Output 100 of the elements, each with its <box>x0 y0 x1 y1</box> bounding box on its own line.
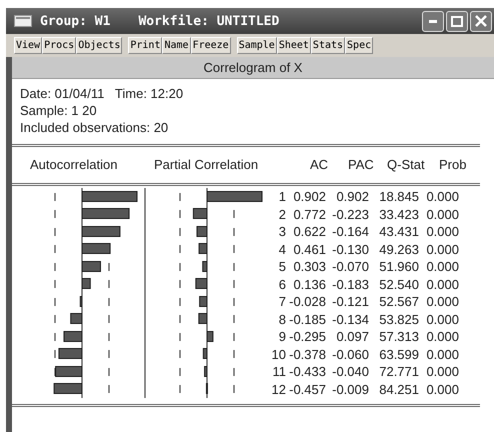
ac-bar <box>80 296 82 307</box>
prob-cell-text: 0.000 <box>425 294 459 310</box>
ac-bar <box>58 348 82 360</box>
prob-cell-text: 0.000 <box>425 364 459 380</box>
q-stat-cell-text: 84.251 <box>378 382 419 397</box>
ac-bar <box>70 313 82 324</box>
minimize-button[interactable] <box>422 10 444 32</box>
ac-bar <box>64 330 82 342</box>
pac-cell-text: -0.009 <box>331 382 369 397</box>
ac-bar <box>82 208 130 220</box>
pac-bar <box>206 383 208 394</box>
pac-bar <box>199 296 208 307</box>
column-header: Prob <box>439 157 466 172</box>
pac-bar <box>204 366 208 377</box>
prob-cell-text: 0.000 <box>425 206 459 222</box>
close-icon <box>475 15 487 27</box>
lag-cell-text: 2 <box>278 206 286 222</box>
window-title: Group: W1 <box>40 14 110 28</box>
info-line: Included observations: 20 <box>20 119 170 136</box>
maximize-icon <box>451 16 463 26</box>
close-button[interactable] <box>470 10 492 32</box>
prob-cell-text: 0.000 <box>425 382 459 397</box>
toolbar-button[interactable]: Name <box>162 37 191 54</box>
lag-cell-text: 5 <box>278 259 286 274</box>
q-stat-cell-text: 52.540 <box>378 276 419 292</box>
ac-cell-text: -0.185 <box>288 312 326 327</box>
info-line: Date: 01/04/11 Time: 12:20 <box>20 85 184 102</box>
lag-cell-text: 1 <box>278 189 286 204</box>
pac-bar <box>192 208 208 220</box>
q-stat-cell-text: 53.825 <box>378 312 419 327</box>
column-header: AC <box>310 157 328 172</box>
q-stat-cell-text: 18.845 <box>378 189 419 204</box>
ac-cell-text: 0.902 <box>292 189 326 204</box>
column-header: Partial Correlation <box>154 157 258 172</box>
window-icon <box>14 15 32 27</box>
q-stat-cell-text: 72.771 <box>378 364 419 380</box>
pac-bar <box>202 260 208 272</box>
pac-bar <box>206 330 214 342</box>
prob-cell-text: 0.000 <box>425 346 459 362</box>
lag-cell-text: 9 <box>278 329 286 344</box>
toolbar-button[interactable]: Print <box>128 37 162 54</box>
lag-cell-text: 3 <box>278 224 286 240</box>
pac-cell-text: 0.902 <box>335 189 369 204</box>
ac-cell-text: 0.303 <box>292 259 326 274</box>
q-stat-cell-text: 43.431 <box>378 224 419 240</box>
ac-bar <box>82 243 111 254</box>
pac-bar <box>202 348 208 360</box>
view-title: Correlogram of X <box>12 57 494 79</box>
toolbar-button[interactable]: Procs <box>42 37 76 54</box>
lag-cell-text: 8 <box>278 312 286 327</box>
q-stat-cell-text: 57.313 <box>378 329 419 344</box>
pac-bar <box>195 278 208 290</box>
pac-cell-text: -0.164 <box>331 224 369 240</box>
q-stat-cell-text: 52.567 <box>378 294 419 310</box>
toolbar-button[interactable]: Spec <box>345 37 374 54</box>
pac-cell-text: -0.130 <box>331 242 369 257</box>
maximize-button[interactable] <box>446 10 468 32</box>
ac-bar <box>54 383 82 394</box>
pac-cell-text: -0.070 <box>331 259 369 274</box>
toolbar-button[interactable]: Freeze <box>190 37 231 54</box>
lag-cell-text: 11 <box>272 364 286 380</box>
ac-cell-text: 0.461 <box>292 242 326 257</box>
pac-bar <box>198 313 208 324</box>
ac-cell-text: -0.378 <box>288 346 326 362</box>
ac-cell-text: -0.457 <box>288 382 326 397</box>
ac-bar <box>82 260 101 272</box>
prob-cell-text: 0.000 <box>425 329 459 344</box>
ac-bar <box>82 278 91 290</box>
info-line: Sample: 1 20 <box>20 102 98 119</box>
toolbar-button[interactable]: Objects <box>76 37 122 54</box>
q-stat-cell-text: 63.599 <box>378 346 419 362</box>
ac-bar <box>82 226 120 237</box>
ac-cell-text: -0.028 <box>288 294 326 310</box>
workfile-title: Workfile: UNTITLED <box>138 14 280 28</box>
ac-cell-text: 0.136 <box>292 276 326 292</box>
toolbar-button[interactable]: Sample <box>236 37 277 54</box>
lag-cell-text: 10 <box>270 346 286 362</box>
lag-cell-text: 12 <box>270 382 286 397</box>
lag-cell-text: 4 <box>278 242 286 257</box>
lag-cell-text: 6 <box>278 276 286 292</box>
toolbar-button[interactable]: Stats <box>310 37 346 54</box>
q-stat-cell-text: 33.423 <box>378 206 419 222</box>
ac-cell-text: 0.772 <box>292 206 326 222</box>
minimize-icon <box>429 20 437 22</box>
pac-cell-text: -0.183 <box>331 276 369 292</box>
ac-cell-text: -0.433 <box>288 364 326 380</box>
ac-cell-text: 0.622 <box>292 224 326 240</box>
pac-cell-text: -0.060 <box>331 346 369 362</box>
pac-bar <box>198 243 208 254</box>
pac-bar <box>206 190 263 202</box>
column-header: PAC <box>348 157 374 172</box>
pac-cell-text: -0.040 <box>331 364 369 380</box>
toolbar-button[interactable]: Sheet <box>276 37 311 54</box>
pac-cell-text: -0.134 <box>331 312 369 327</box>
ac-cell-text: -0.295 <box>288 329 326 344</box>
toolbar-button[interactable]: View <box>14 37 42 54</box>
pac-bar <box>196 226 208 237</box>
prob-cell-text: 0.000 <box>425 276 459 292</box>
prob-cell-text: 0.000 <box>425 312 459 327</box>
pac-cell-text: -0.121 <box>331 294 369 310</box>
